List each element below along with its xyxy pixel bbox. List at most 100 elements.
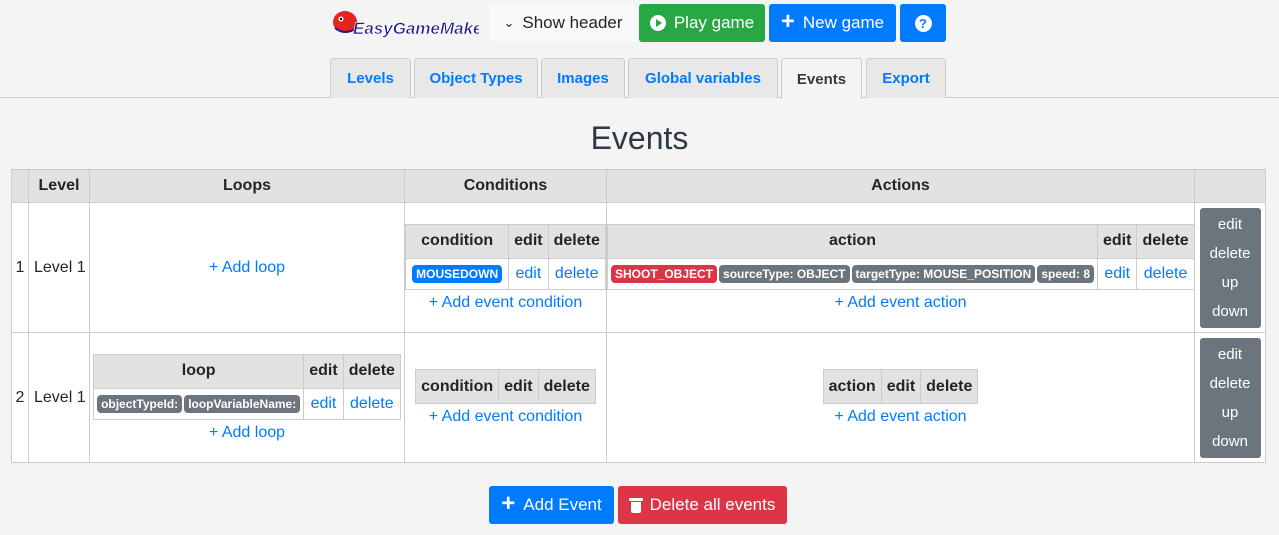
param-badge: sourceType: OBJECT	[719, 264, 850, 283]
edit-condition-link[interactable]: edit	[515, 265, 541, 282]
plus-icon: +	[780, 8, 795, 35]
actions-table: action edit delete	[822, 369, 979, 404]
new-game-label: New game	[802, 13, 885, 32]
row-controls-cell: edit delete up down	[1194, 202, 1266, 333]
add-event-condition-link[interactable]: + Add event condition	[429, 408, 582, 425]
action-row: SHOOT_OBJECT sourceType: OBJECT targetType…	[607, 257, 1195, 290]
param-badge: targetType: MOUSE_POSITION	[851, 264, 1036, 283]
delete-all-events-button[interactable]: Delete all events	[618, 486, 787, 524]
loop-header: loop	[93, 353, 305, 389]
edit-loop-link[interactable]: edit	[311, 395, 337, 412]
edit-header: edit	[1096, 223, 1138, 259]
conditions-table: condition edit delete	[415, 369, 596, 404]
add-loop-link[interactable]: + Add loop	[209, 259, 285, 276]
action-badge: SHOOT_OBJECT	[611, 264, 718, 283]
condition-header: condition	[405, 223, 510, 259]
delete-header: delete	[920, 369, 979, 404]
show-header-label: Show header	[522, 13, 623, 32]
show-header-button[interactable]: ⌄ Show header	[490, 4, 636, 42]
action-header: action	[607, 223, 1098, 259]
logo-text: EasyGameMaker	[353, 19, 479, 38]
actions-table: action edit delete SHOOT_OBJECT sourceTyp…	[607, 223, 1195, 290]
question-icon: ?	[914, 14, 932, 32]
edit-action-link[interactable]: edit	[1104, 265, 1130, 282]
move-up-button[interactable]: up	[1222, 404, 1239, 421]
events-table: Level Loops Conditions Actions 1 Level 1…	[11, 169, 1266, 463]
actions-cell: action edit delete + Add event action	[606, 332, 1195, 463]
action-header: action	[822, 369, 882, 404]
delete-condition-link[interactable]: delete	[555, 265, 599, 282]
header-controls	[1194, 169, 1266, 203]
delete-header: delete	[547, 223, 606, 259]
header-conditions: Conditions	[404, 169, 607, 203]
tab-object-types[interactable]: Object Types	[414, 58, 538, 98]
loops-cell: + Add loop	[89, 202, 405, 333]
tab-bar: Levels Object Types Images Global variab…	[0, 58, 1279, 99]
play-game-label: Play game	[673, 13, 755, 32]
move-down-button[interactable]: down	[1212, 433, 1248, 450]
play-game-button[interactable]: Play game	[639, 4, 765, 42]
header-actions: Actions	[606, 169, 1195, 203]
add-event-action-link[interactable]: + Add event action	[834, 408, 966, 425]
delete-header: delete	[342, 353, 401, 389]
param-badge: loopVariableName:	[184, 394, 301, 413]
condition-header: condition	[415, 369, 500, 404]
delete-event-button[interactable]: delete	[1210, 375, 1251, 392]
table-row: 2 Level 1 loop edit delete objectTypeId:…	[11, 332, 1266, 463]
row-controls: edit delete up down	[1199, 207, 1261, 328]
row-level: Level 1	[28, 332, 90, 463]
delete-header: delete	[537, 369, 596, 404]
edit-event-button[interactable]: edit	[1218, 346, 1242, 363]
chevron-down-icon: ⌄	[503, 15, 515, 30]
param-badge: speed: 8	[1037, 264, 1094, 283]
edit-header: edit	[303, 353, 344, 389]
row-index: 2	[11, 332, 29, 463]
tab-images[interactable]: Images	[541, 58, 625, 98]
edit-header: edit	[498, 369, 539, 404]
tab-export[interactable]: Export	[866, 58, 946, 98]
page-title: Events	[590, 120, 689, 156]
row-index: 1	[11, 202, 29, 333]
plus-icon: +	[501, 490, 516, 517]
param-badge: objectTypeId:	[97, 394, 183, 413]
tab-levels[interactable]: Levels	[330, 58, 411, 98]
condition-row: MOUSEDOWN edit delete	[405, 257, 606, 290]
new-game-button[interactable]: + New game	[769, 4, 896, 42]
add-loop-link[interactable]: + Add loop	[209, 424, 285, 441]
add-event-label: Add Event	[523, 495, 602, 514]
edit-header: edit	[880, 369, 922, 404]
delete-event-button[interactable]: delete	[1210, 245, 1251, 262]
table-header-row: Level Loops Conditions Actions	[11, 169, 1266, 203]
delete-action-link[interactable]: delete	[1144, 265, 1188, 282]
easygamemaker-logo[interactable]: EasyGameMaker	[327, 6, 479, 42]
tab-events[interactable]: Events	[781, 58, 862, 99]
move-down-button[interactable]: down	[1212, 303, 1248, 320]
condition-badge: MOUSEDOWN	[412, 264, 503, 283]
loop-row: objectTypeId: loopVariableName: edit dele…	[93, 387, 401, 420]
edit-header: edit	[508, 223, 549, 259]
loops-table: loop edit delete objectTypeId: loopVariab…	[93, 353, 401, 420]
edit-event-button[interactable]: edit	[1218, 216, 1242, 233]
loops-cell: loop edit delete objectTypeId: loopVariab…	[89, 332, 405, 463]
conditions-cell: condition edit delete + Add event condit…	[404, 332, 607, 463]
tab-global-variables[interactable]: Global variables	[628, 58, 778, 98]
add-event-condition-link[interactable]: + Add event condition	[429, 294, 582, 311]
play-icon	[649, 15, 666, 31]
header-index	[11, 169, 29, 203]
delete-loop-link[interactable]: delete	[350, 395, 394, 412]
delete-header: delete	[1136, 223, 1195, 259]
top-toolbar: EasyGameMaker ⌄ Show header Play game + …	[0, 4, 1279, 42]
header-loops: Loops	[89, 169, 405, 203]
delete-all-label: Delete all events	[649, 495, 776, 514]
move-up-button[interactable]: up	[1222, 274, 1239, 291]
trash-icon	[628, 497, 643, 513]
row-level: Level 1	[28, 202, 90, 333]
header-level: Level	[28, 169, 90, 203]
conditions-table: condition edit delete MOUSEDOWN edit del…	[405, 223, 606, 290]
actions-cell: action edit delete SHOOT_OBJECT sourceTyp…	[606, 202, 1195, 333]
conditions-cell: condition edit delete MOUSEDOWN edit del…	[404, 202, 607, 333]
add-event-action-link[interactable]: + Add event action	[834, 294, 966, 311]
help-button[interactable]: ?	[900, 4, 946, 42]
row-controls: edit delete up down	[1199, 337, 1261, 458]
add-event-button[interactable]: + Add Event	[489, 486, 614, 524]
